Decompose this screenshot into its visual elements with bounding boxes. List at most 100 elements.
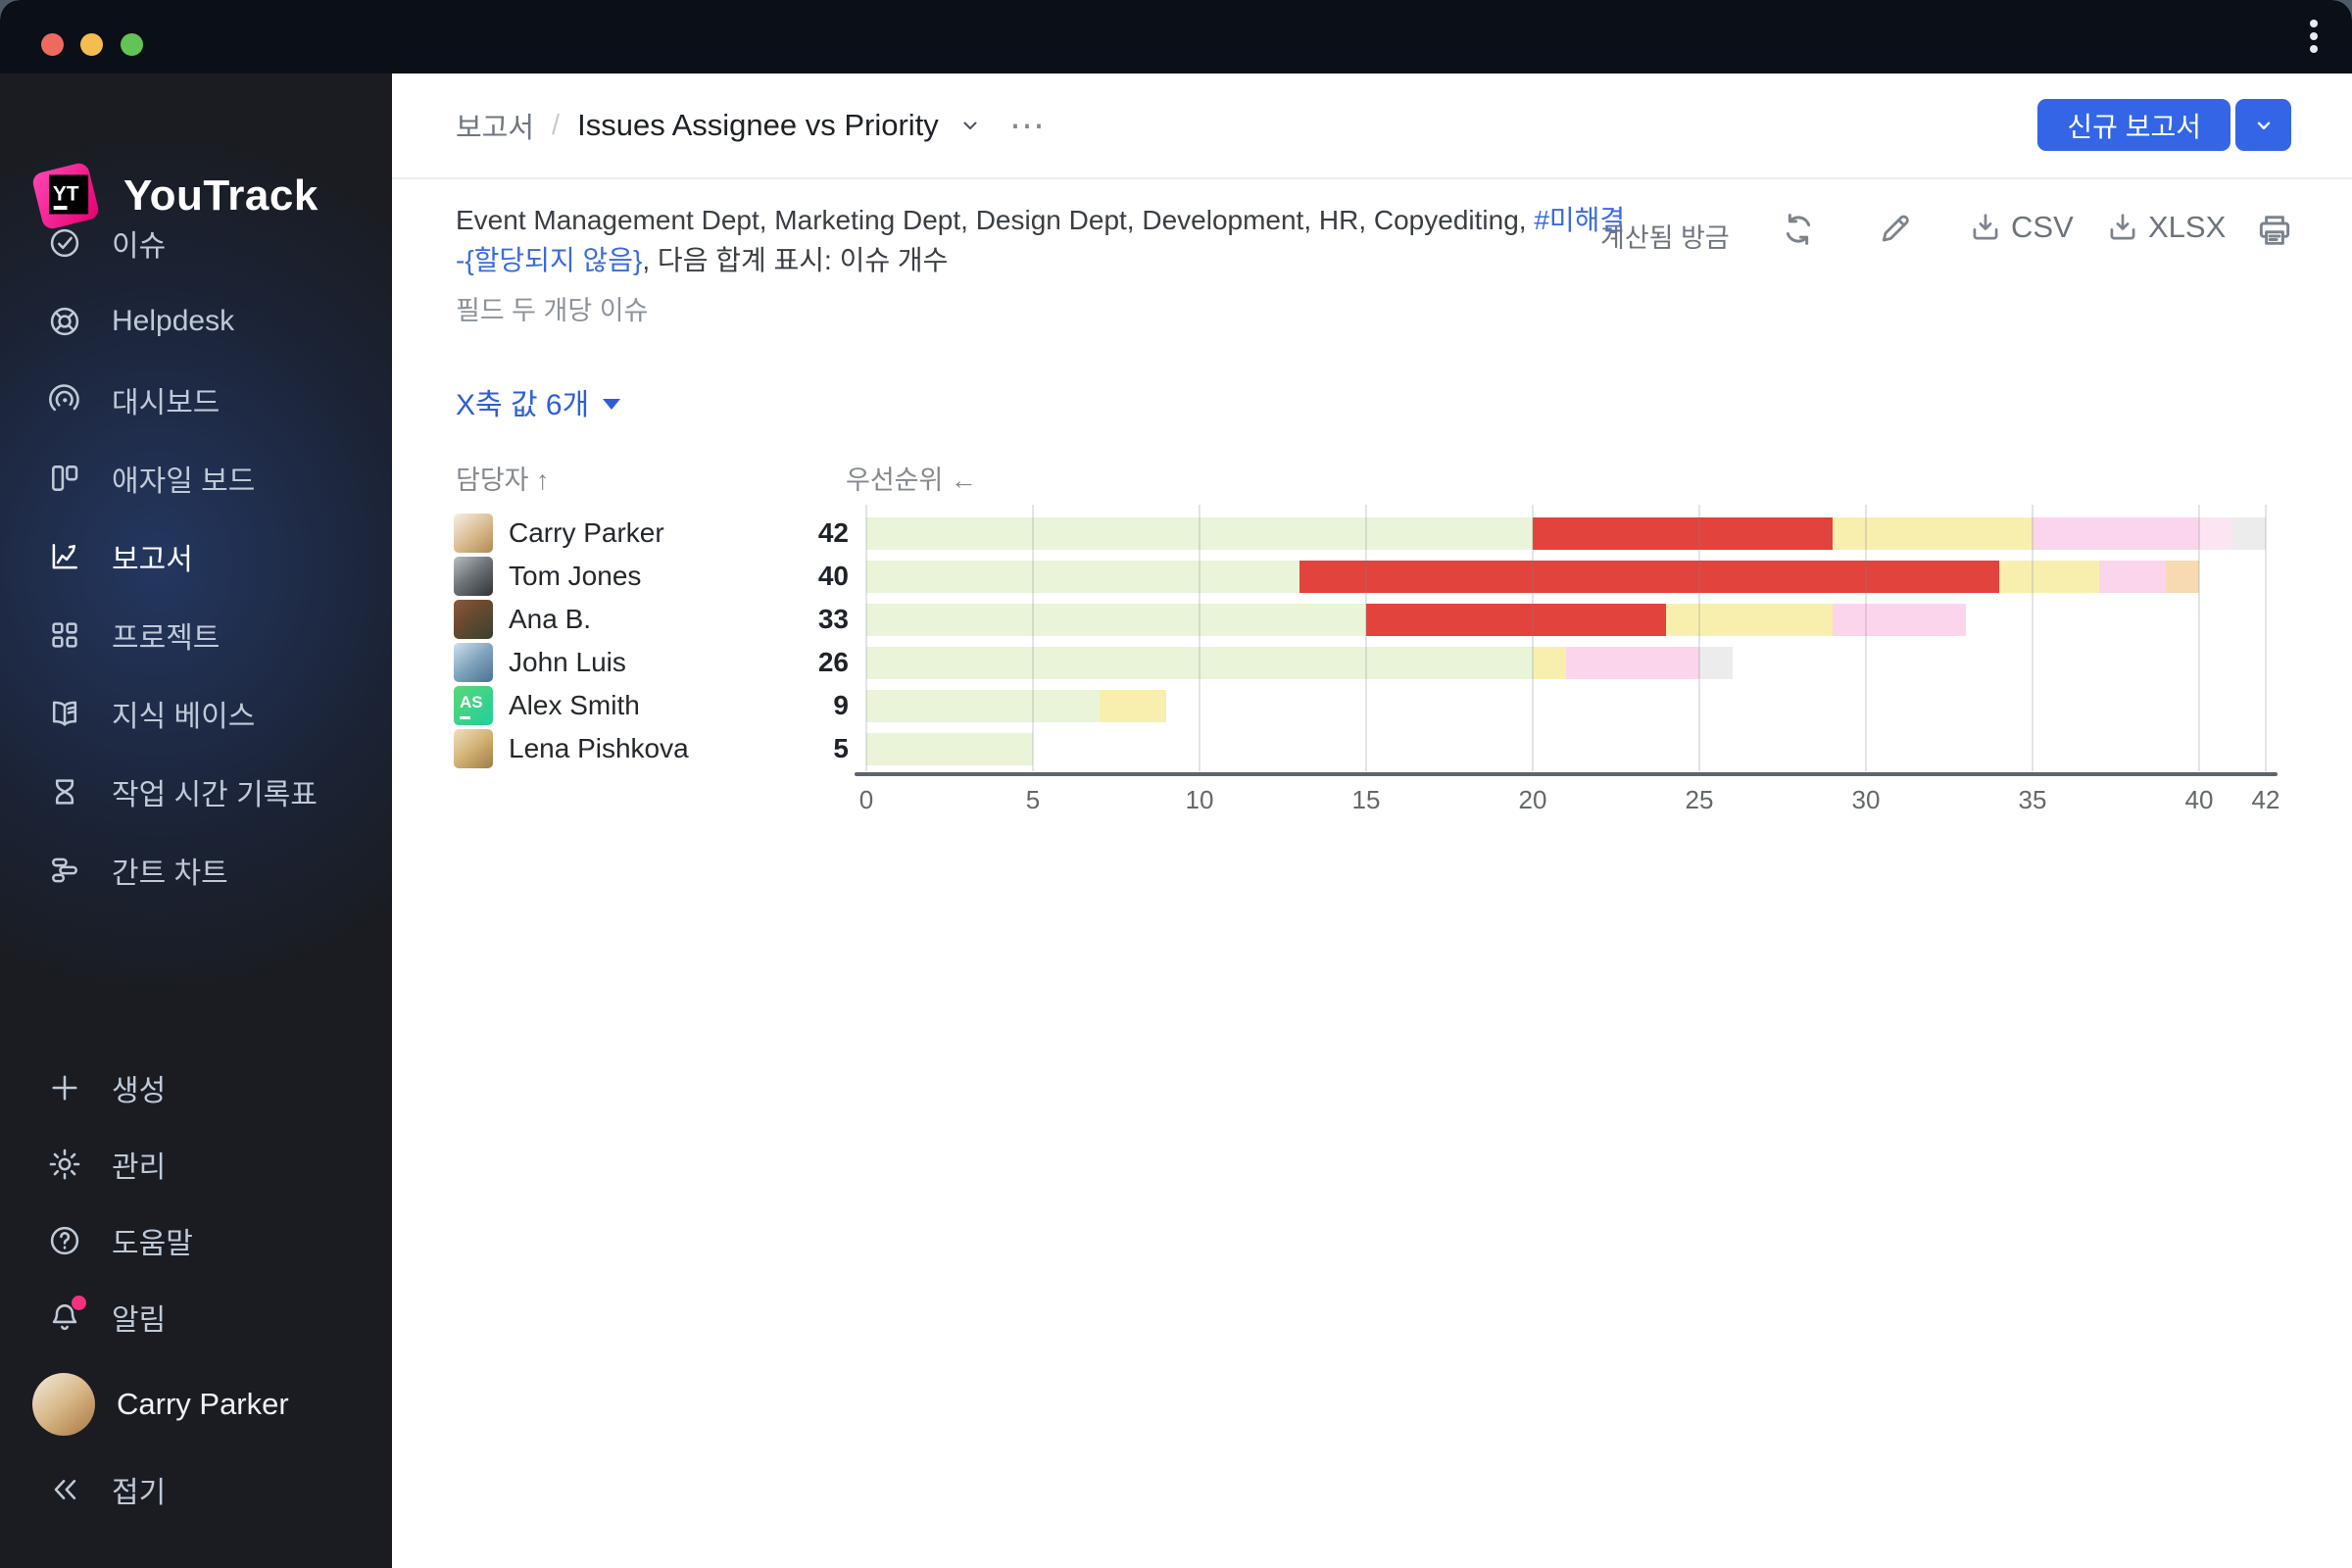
user-profile[interactable]: Carry Parker	[32, 1373, 289, 1436]
row-total-count: 5	[833, 733, 849, 763]
export-xlsx-button[interactable]: XLSX	[2105, 210, 2226, 245]
axis-ticks: 0 5 10 15 20 25 30 35 40 42	[859, 785, 2280, 814]
sidebar-item-label: 지식 베이스	[112, 701, 256, 733]
x-axis-tick-label: 5	[1025, 785, 1041, 814]
bar-segment-green[interactable]	[866, 561, 1299, 593]
stacked-bar	[866, 690, 1166, 722]
bar-segment-yellow[interactable]	[1533, 647, 1566, 679]
sidebar-footer-item-create[interactable]: 생성	[0, 1050, 392, 1126]
bar-segment-pink[interactable]	[1566, 647, 1699, 679]
assignee-avatar: AS	[454, 686, 493, 725]
bar-segment-green[interactable]	[866, 733, 1033, 765]
bar-segment-yellow[interactable]	[1666, 604, 1833, 636]
gridline	[1865, 505, 1867, 771]
bar-segment-pink[interactable]	[2033, 517, 2199, 550]
bar-segment-yellow[interactable]	[1100, 690, 1166, 722]
refresh-icon	[1786, 214, 1811, 245]
new-report-dropdown-button[interactable]	[2235, 99, 2291, 151]
bar-segment-tan[interactable]	[2166, 561, 2199, 593]
bar-segment-yellow[interactable]	[1999, 561, 2099, 593]
check-circle-icon	[47, 225, 82, 261]
download-icon	[2105, 210, 2140, 245]
sidebar-item-label: 프로젝트	[112, 622, 220, 655]
assignee-avatar	[454, 643, 493, 682]
user-name: Carry Parker	[117, 1387, 289, 1421]
sidebar-item-timesheets[interactable]: 작업 시간 기록표	[0, 753, 392, 831]
x-axis-tick-label: 25	[1685, 785, 1714, 814]
dropdown-triangle-icon	[603, 398, 621, 410]
traffic-light-minimize-button[interactable]	[80, 33, 103, 56]
export-csv-button[interactable]: CSV	[1968, 210, 2074, 245]
bar-segment-red[interactable]	[1533, 517, 1833, 550]
page-header: 보고서 / Issues Assignee vs Priority ⋯ 신규 보…	[392, 74, 2352, 179]
traffic-light-zoom-button[interactable]	[121, 33, 143, 56]
gridline	[2032, 505, 2034, 771]
sidebar-item-gantt-charts[interactable]: 간트 차트	[0, 831, 392, 909]
breadcrumb-reports-link[interactable]: 보고서	[456, 105, 534, 146]
chart-row-label: John Luis 26	[454, 643, 849, 682]
sidebar-collapse-button[interactable]: 접기	[0, 1460, 392, 1519]
new-report-button-group: 신규 보고서	[2037, 99, 2291, 151]
sidebar-item-projects[interactable]: 프로젝트	[0, 596, 392, 674]
sidebar-nav: 이슈 Helpdesk 대시보드 애자일 보드보고서프로젝트지식 베이스작업 시간 기…	[0, 204, 392, 909]
refresh-button[interactable]	[1779, 210, 1818, 249]
sidebar-item-dashboards[interactable]: 대시보드	[0, 361, 392, 439]
sidebar-item-helpdesk[interactable]: Helpdesk	[0, 282, 392, 361]
gridline	[1532, 505, 1534, 771]
breadcrumb-separator: /	[552, 109, 561, 141]
breadcrumb: 보고서 / Issues Assignee vs Priority ⋯	[456, 74, 1048, 177]
assignee-sort-header[interactable]: 담당자 ↑	[456, 459, 550, 497]
notification-badge	[72, 1296, 86, 1310]
traffic-light-close-button[interactable]	[41, 33, 64, 56]
page-title[interactable]: Issues Assignee vs Priority	[577, 108, 939, 143]
sidebar-item-issues[interactable]: 이슈	[0, 204, 392, 282]
help-icon	[47, 1223, 82, 1258]
sidebar-item-label: 생성	[112, 1075, 167, 1107]
bar-segment-red[interactable]	[1366, 604, 1666, 636]
gridline	[1032, 505, 1034, 771]
bar-segment-yellow[interactable]	[1833, 517, 2033, 550]
sidebar-footer-item-administration[interactable]: 관리	[0, 1126, 392, 1202]
sidebar-item-agile-boards[interactable]: 애자일 보드	[0, 439, 392, 517]
gridline	[865, 505, 867, 771]
chart-row-label: Ana B. 33	[454, 600, 849, 639]
filter-unassigned-link[interactable]: -{할당되지 않음}	[456, 245, 642, 275]
filter-summary-line-1: Event Management Dept, Marketing Dept, D…	[456, 199, 1625, 238]
assignee-avatar	[454, 557, 493, 596]
priority-axis-header[interactable]: 우선순위 ←	[846, 459, 977, 497]
kebab-menu-icon[interactable]	[2309, 20, 2319, 59]
x-axis-values-dropdown[interactable]: X축 값 6개	[456, 380, 621, 423]
gridline	[1199, 505, 1200, 771]
title-chevron-down-icon[interactable]	[958, 114, 982, 137]
sidebar-item-reports[interactable]: 보고서	[0, 517, 392, 596]
new-report-button[interactable]: 신규 보고서	[2037, 99, 2230, 151]
sidebar-footer-item-notifications[interactable]: 알림	[0, 1279, 392, 1355]
gridline	[2265, 505, 2267, 771]
gantt-icon	[47, 853, 82, 888]
assignee-name: Ana B.	[509, 604, 592, 634]
bar-segment-gray[interactable]	[2232, 517, 2266, 550]
sidebar-item-label: 알림	[112, 1304, 167, 1337]
stacked-bar	[866, 517, 2266, 550]
report-subtitle: 필드 두 개당 이슈	[456, 296, 649, 325]
bar-segment-lightpink[interactable]	[2199, 517, 2232, 550]
edit-button[interactable]	[1877, 210, 1916, 249]
stacked-bar	[866, 647, 1733, 679]
print-button[interactable]	[2254, 210, 2295, 251]
bar-segment-red[interactable]	[1299, 561, 1999, 593]
assignee-name: Carry Parker	[509, 517, 664, 548]
sidebar-item-label: 보고서	[112, 544, 193, 576]
bar-segment-pink[interactable]	[2099, 561, 2166, 593]
row-total-count: 9	[833, 690, 849, 720]
sidebar-footer-item-help[interactable]: 도움말	[0, 1202, 392, 1279]
bar-segment-green[interactable]	[866, 604, 1366, 636]
sidebar-item-knowledge-base[interactable]: 지식 베이스	[0, 674, 392, 753]
chevron-down-icon	[2257, 122, 2270, 129]
bar-segment-gray[interactable]	[1699, 647, 1733, 679]
x-axis-tick-label: 35	[2018, 785, 2047, 814]
csv-label: CSV	[2011, 210, 2074, 244]
gridline	[1365, 505, 1367, 771]
bar-segment-green[interactable]	[866, 690, 1100, 722]
more-options-button[interactable]: ⋯	[1009, 108, 1048, 143]
bar-segment-pink[interactable]	[1833, 604, 1966, 636]
